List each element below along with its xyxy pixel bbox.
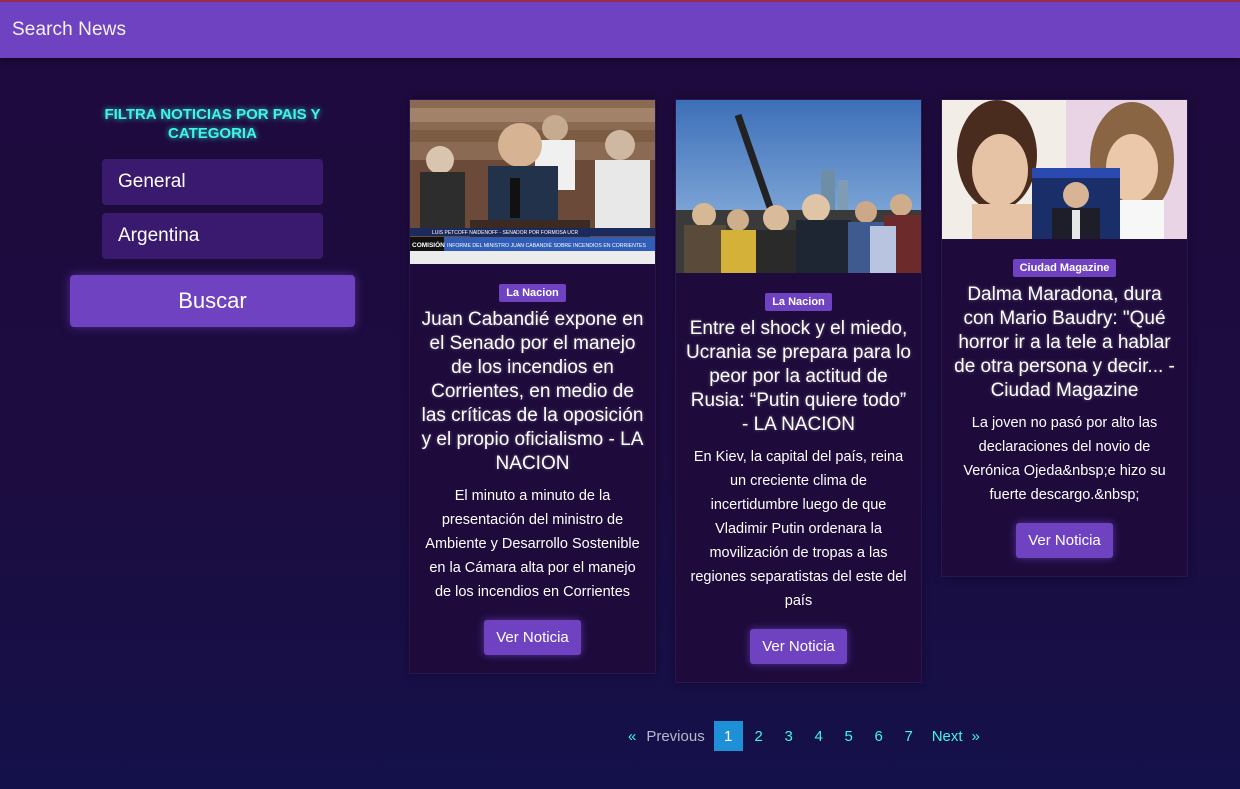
- page-7[interactable]: 7: [894, 721, 924, 751]
- image-caption-1: LUIS PETCOFF NAIDENOFF - SENADOR POR FOR…: [432, 230, 579, 236]
- news-image-senate: LUIS PETCOFF NAIDENOFF - SENADOR POR FOR…: [410, 100, 655, 264]
- news-card: Ciudad Magazine Dalma Maradona, dura con…: [941, 99, 1188, 577]
- card-description: La joven no pasó por alto las declaracio…: [963, 415, 1166, 503]
- source-badge: La Nacion: [765, 293, 832, 311]
- previous-arrow-icon: «: [628, 727, 637, 745]
- page-5[interactable]: 5: [834, 721, 864, 751]
- previous-label: Previous: [646, 727, 705, 745]
- source-badge: Ciudad Magazine: [1012, 259, 1117, 277]
- news-image: [942, 100, 1187, 239]
- news-card: La Nacion Entre el shock y el miedo, Ucr…: [675, 99, 922, 683]
- image-caption-2: INFORME DEL MINISTRO JUAN CABANDIÉ SOBRE…: [447, 242, 647, 249]
- next-label: Next: [931, 727, 963, 745]
- page-6[interactable]: 6: [864, 721, 894, 751]
- category-select[interactable]: General: [102, 159, 323, 205]
- page-2[interactable]: 2: [744, 721, 774, 751]
- image-tag: COMISIÓN: [412, 240, 445, 249]
- ver-noticia-button[interactable]: Ver Noticia: [484, 620, 581, 655]
- news-card: LUIS PETCOFF NAIDENOFF - SENADOR POR FOR…: [409, 99, 656, 674]
- news-image: LUIS PETCOFF NAIDENOFF - SENADOR POR FOR…: [410, 100, 655, 264]
- country-select-value: Argentina: [118, 225, 200, 246]
- pagination: « Previous 1 2 3 4 5 6 7 Next »: [620, 721, 988, 751]
- search-button[interactable]: Buscar: [70, 275, 355, 327]
- page-1[interactable]: 1: [713, 721, 743, 751]
- ver-noticia-button[interactable]: Ver Noticia: [750, 629, 847, 664]
- news-image-maradona: [942, 100, 1187, 239]
- next-arrow-icon: »: [971, 727, 980, 745]
- top-navbar: Search News: [0, 0, 1240, 58]
- news-image: [676, 100, 921, 273]
- category-select-value: General: [118, 171, 186, 192]
- page-3[interactable]: 3: [774, 721, 804, 751]
- card-title: Dalma Maradona, dura con Mario Baudry: "…: [954, 284, 1175, 401]
- news-image-ukraine: [676, 100, 921, 273]
- brand-title[interactable]: Search News: [12, 19, 126, 41]
- pagination-previous[interactable]: « Previous: [620, 721, 713, 751]
- ver-noticia-button[interactable]: Ver Noticia: [1016, 523, 1113, 558]
- page-4[interactable]: 4: [804, 721, 834, 751]
- card-title: Juan Cabandié expone en el Senado por el…: [421, 309, 644, 474]
- card-description: El minuto a minuto de la presentación de…: [425, 488, 640, 600]
- country-select[interactable]: Argentina: [102, 213, 323, 259]
- pagination-next[interactable]: Next »: [924, 721, 988, 751]
- card-body: La Nacion Entre el shock y el miedo, Ucr…: [676, 273, 921, 682]
- card-body: La Nacion Juan Cabandié expone en el Sen…: [410, 264, 655, 673]
- card-body: Ciudad Magazine Dalma Maradona, dura con…: [942, 239, 1187, 576]
- card-description: En Kiev, la capital del país, reina un c…: [690, 449, 907, 609]
- card-title: Entre el shock y el miedo, Ucrania se pr…: [686, 318, 911, 435]
- filter-title: FILTRA NOTICIAS POR PAIS Y CATEGORIA: [104, 106, 321, 142]
- source-badge: La Nacion: [499, 284, 566, 302]
